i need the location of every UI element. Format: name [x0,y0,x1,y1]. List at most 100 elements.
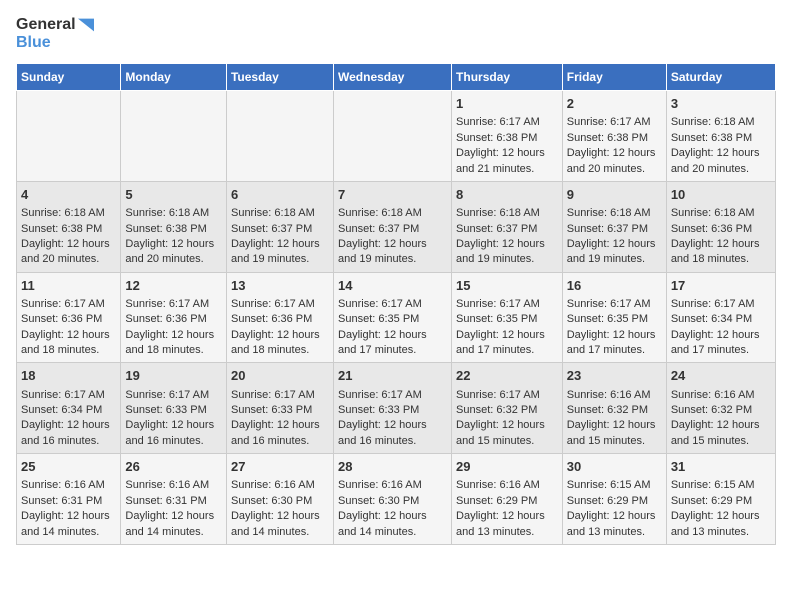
day-number: 14 [338,277,447,295]
day-number: 22 [456,367,558,385]
calendar-cell: 19Sunrise: 6:17 AMSunset: 6:33 PMDayligh… [121,363,227,454]
day-info: Daylight: 12 hours and 14 minutes. [125,509,222,540]
day-info: Daylight: 12 hours and 21 minutes. [456,146,558,177]
calendar-cell: 17 Sunrise: 6:17 AMSunset: 6:34 PMDayligh… [666,272,775,363]
calendar-cell: 16 Sunrise: 6:17 AMSunset: 6:35 PMDayligh… [562,272,666,363]
day-info: Daylight: 12 hours and 16 minutes. [338,418,447,449]
day-info: Sunrise: 6:18 AM [671,115,771,130]
day-info: Sunrise: 6:17 AM [671,297,771,312]
day-info: Sunset: 6:36 PM [21,312,116,327]
day-info: Sunset: 6:34 PM [671,312,771,327]
day-info: Daylight: 12 hours and 14 minutes. [231,509,329,540]
calendar-cell: 3 Sunrise: 6:18 AMSunset: 6:38 PMDaylight… [666,91,775,182]
day-number: 3 [671,95,771,113]
day-info: Sunrise: 6:17 AM [338,297,447,312]
day-info: Sunset: 6:33 PM [338,403,447,418]
day-number: 9 [567,186,662,204]
day-info: Sunrise: 6:18 AM [671,206,771,221]
day-number: 29 [456,458,558,476]
day-info: Sunset: 6:37 PM [231,222,329,237]
day-info: Daylight: 12 hours and 17 minutes. [456,328,558,359]
day-info: Sunrise: 6:17 AM [456,115,558,130]
day-info: Sunset: 6:37 PM [456,222,558,237]
day-info: Daylight: 12 hours and 18 minutes. [671,237,771,268]
day-info: Daylight: 12 hours and 15 minutes. [456,418,558,449]
calendar-cell: 10Sunrise: 6:18 AMSunset: 6:36 PMDayligh… [666,181,775,272]
day-info: Sunrise: 6:16 AM [231,478,329,493]
day-number: 6 [231,186,329,204]
calendar-cell [17,91,121,182]
day-number: 5 [125,186,222,204]
day-info: Sunset: 6:33 PM [125,403,222,418]
day-info: Sunset: 6:37 PM [338,222,447,237]
day-info: Sunset: 6:30 PM [231,494,329,509]
calendar-cell: 15Sunrise: 6:17 AMSunset: 6:35 PMDayligh… [452,272,563,363]
day-info: Daylight: 12 hours and 15 minutes. [567,418,662,449]
day-of-week-header: Friday [562,64,666,91]
day-number: 15 [456,277,558,295]
day-info: Daylight: 12 hours and 17 minutes. [567,328,662,359]
day-info: Sunset: 6:31 PM [21,494,116,509]
calendar-cell: 26Sunrise: 6:16 AMSunset: 6:31 PMDayligh… [121,454,227,545]
day-number: 17 [671,277,771,295]
day-number: 23 [567,367,662,385]
day-number: 1 [456,95,558,113]
day-info: Daylight: 12 hours and 20 minutes. [671,146,771,177]
calendar-cell: 1 Sunrise: 6:17 AMSunset: 6:38 PMDaylight… [452,91,563,182]
calendar-cell [121,91,227,182]
day-number: 24 [671,367,771,385]
day-info: Daylight: 12 hours and 19 minutes. [567,237,662,268]
day-info: Sunrise: 6:17 AM [21,297,116,312]
day-info: Daylight: 12 hours and 17 minutes. [671,328,771,359]
day-number: 25 [21,458,116,476]
day-info: Sunset: 6:29 PM [671,494,771,509]
calendar-cell [334,91,452,182]
logo: General Blue [16,16,94,51]
calendar-cell: 14Sunrise: 6:17 AMSunset: 6:35 PMDayligh… [334,272,452,363]
calendar-week-row: 1Sunrise: 6:17 AMSunset: 6:38 PMDaylight… [17,91,776,182]
day-info: Sunrise: 6:18 AM [125,206,222,221]
day-info: Sunset: 6:29 PM [567,494,662,509]
day-info: Daylight: 12 hours and 13 minutes. [567,509,662,540]
day-info: Sunset: 6:32 PM [456,403,558,418]
calendar-cell: 5Sunrise: 6:18 AMSunset: 6:38 PMDaylight… [121,181,227,272]
calendar-week-row: 4Sunrise: 6:18 AMSunset: 6:38 PMDaylight… [17,181,776,272]
day-info: Sunrise: 6:17 AM [21,388,116,403]
day-info: Sunset: 6:38 PM [456,131,558,146]
day-info: Sunset: 6:38 PM [567,131,662,146]
day-info: Sunrise: 6:18 AM [21,206,116,221]
day-info: Sunrise: 6:17 AM [231,297,329,312]
day-number: 28 [338,458,447,476]
calendar-cell: 18Sunrise: 6:17 AMSunset: 6:34 PMDayligh… [17,363,121,454]
day-info: Daylight: 12 hours and 20 minutes. [567,146,662,177]
day-number: 4 [21,186,116,204]
day-info: Sunset: 6:34 PM [21,403,116,418]
day-info: Sunrise: 6:17 AM [456,297,558,312]
day-info: Sunrise: 6:17 AM [231,388,329,403]
calendar-cell: 24Sunrise: 6:16 AMSunset: 6:32 PMDayligh… [666,363,775,454]
calendar-cell: 6Sunrise: 6:18 AMSunset: 6:37 PMDaylight… [226,181,333,272]
day-info: Sunset: 6:36 PM [125,312,222,327]
day-number: 20 [231,367,329,385]
day-info: Sunset: 6:33 PM [231,403,329,418]
day-number: 8 [456,186,558,204]
calendar-cell: 28Sunrise: 6:16 AMSunset: 6:30 PMDayligh… [334,454,452,545]
day-info: Sunset: 6:38 PM [125,222,222,237]
day-of-week-header: Wednesday [334,64,452,91]
day-info: Sunrise: 6:15 AM [567,478,662,493]
day-number: 19 [125,367,222,385]
day-info: Daylight: 12 hours and 13 minutes. [671,509,771,540]
day-info: Sunrise: 6:17 AM [567,297,662,312]
day-of-week-header: Tuesday [226,64,333,91]
day-info: Daylight: 12 hours and 20 minutes. [21,237,116,268]
day-number: 11 [21,277,116,295]
day-info: Sunset: 6:38 PM [671,131,771,146]
day-info: Daylight: 12 hours and 19 minutes. [338,237,447,268]
day-info: Sunset: 6:35 PM [567,312,662,327]
day-info: Daylight: 12 hours and 16 minutes. [21,418,116,449]
day-info: Sunrise: 6:16 AM [567,388,662,403]
day-info: Daylight: 12 hours and 17 minutes. [338,328,447,359]
day-number: 16 [567,277,662,295]
calendar-cell: 30Sunrise: 6:15 AMSunset: 6:29 PMDayligh… [562,454,666,545]
day-info: Daylight: 12 hours and 18 minutes. [125,328,222,359]
